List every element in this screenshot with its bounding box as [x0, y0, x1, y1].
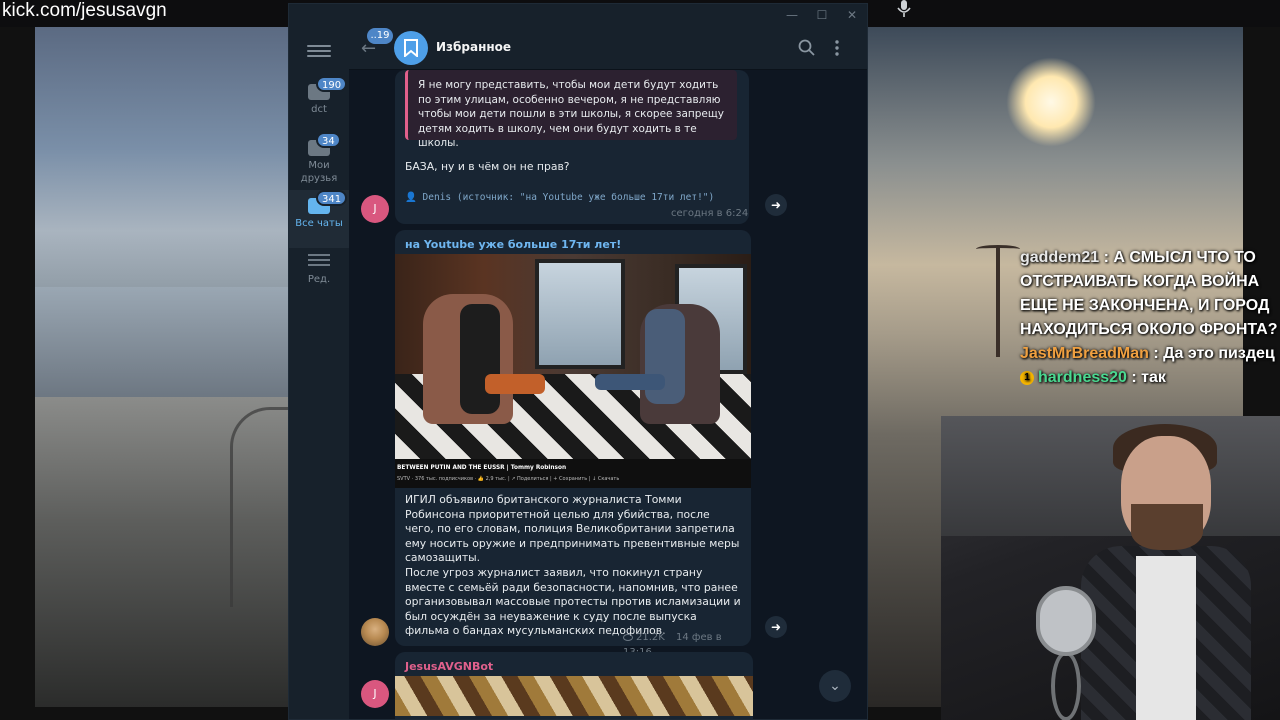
message-bubble[interactable]: Я не могу представить, чтобы мои дети бу… [395, 70, 749, 224]
window-titlebar: — ☐ ✕ [289, 4, 867, 26]
studio-microphone [1036, 586, 1096, 656]
background-beach-left [35, 27, 290, 707]
chat-message: gaddem21 : А СМЫСЛ ЧТО ТО ОТСТРАИВАТЬ КО… [1020, 246, 1278, 342]
message-quote: Я не могу представить, чтобы мои дети бу… [405, 70, 737, 149]
message-list[interactable]: Я не могу представить, чтобы мои дети бу… [349, 70, 867, 719]
message-paragraph: После угроз журналист заявил, что покину… [405, 566, 741, 638]
sender-name[interactable]: JesusAVGNBot [405, 659, 493, 674]
sender-name[interactable]: на Youtube уже больше 17ти лет! [405, 237, 621, 252]
microphone-stand [1051, 651, 1081, 720]
chat-message: 1 hardness20 : так [1020, 366, 1278, 390]
menu-icon[interactable] [307, 42, 331, 60]
subscriber-badge-icon: 1 [1020, 370, 1034, 385]
forward-share-icon[interactable]: ➜ [765, 194, 787, 216]
stream-frame: kick.com/jesusavgn — ☐ ✕ 190 dct 34 Мои … [0, 0, 1280, 720]
window-shape [535, 259, 625, 369]
person-shape [460, 304, 500, 414]
message-bubble[interactable]: на Youtube уже больше 17ти лет! BETWEEN … [395, 230, 751, 658]
folder-all-chats[interactable]: 341 Все чаты [289, 190, 349, 248]
chat-message: JastMrBreadMan : Да это пиздец [1020, 342, 1278, 366]
saved-messages-avatar[interactable] [394, 31, 428, 65]
sender-avatar[interactable]: J [361, 195, 389, 223]
forward-share-icon[interactable]: ➜ [765, 616, 787, 638]
unread-badge: 190 [316, 76, 348, 92]
message-paragraph: ИГИЛ объявило британского журналиста Том… [405, 493, 740, 565]
parachute-tower [996, 247, 1000, 357]
message-time: сегодня в 6:24 [671, 208, 749, 219]
folder-label: Мои друзья [300, 160, 338, 184]
minimize-button[interactable]: — [781, 6, 803, 24]
streamer-webcam [941, 416, 1280, 720]
chat-header: ← ..19 Избранное [349, 26, 867, 70]
microphone-icon [893, 0, 915, 18]
folder-my-friends[interactable]: 34 Мои друзья [289, 132, 349, 190]
chat-text: : так [1126, 369, 1166, 386]
roller-coaster-shape [230, 407, 290, 607]
chat-username: gaddem21 [1020, 249, 1100, 266]
message-text: БАЗА, ну и в чём он не прав? [405, 160, 570, 173]
sender-avatar[interactable] [361, 618, 389, 646]
message-bubble[interactable]: JesusAVGNBot [395, 652, 753, 719]
streamer-beard [1131, 504, 1203, 550]
streamer-shirt [1136, 556, 1196, 720]
folder-edit[interactable]: Ред. [289, 246, 349, 304]
maximize-button[interactable]: ☐ [811, 6, 833, 24]
stream-chat-overlay: gaddem21 : А СМЫСЛ ЧТО ТО ОТСТРАИВАТЬ КО… [1020, 246, 1278, 390]
stream-url-label: kick.com/jesusavgn [2, 0, 167, 21]
folders-sidebar: 190 dct 34 Мои друзья 341 Все чаты Ред. [289, 26, 349, 719]
close-button[interactable]: ✕ [841, 6, 863, 24]
telegram-window: — ☐ ✕ 190 dct 34 Мои друзья 341 Все чаты [288, 3, 868, 720]
eye-icon [623, 633, 633, 641]
view-count: 21.2K [636, 632, 665, 643]
search-icon[interactable] [797, 38, 817, 58]
chat-username: JastMrBreadMan [1020, 345, 1149, 362]
video-preview[interactable]: BETWEEN PUTIN AND THE EUSSR | Tommy Robi… [395, 254, 751, 488]
youtube-info-bar: BETWEEN PUTIN AND THE EUSSR | Tommy Robi… [395, 459, 751, 488]
chat-text: : Да это пиздец [1148, 345, 1275, 362]
image-preview[interactable] [395, 676, 753, 716]
scroll-down-chevron-icon[interactable]: ⌄ [819, 670, 851, 702]
folder-dct[interactable]: 190 dct [289, 76, 349, 134]
back-unread-badge: ..19 [367, 28, 393, 44]
webcam-background [941, 416, 1280, 536]
unread-badge: 34 [316, 132, 341, 148]
sea-area [35, 287, 290, 397]
sender-avatar[interactable]: J [361, 680, 389, 708]
chat-username: hardness20 [1038, 369, 1127, 386]
bookmark-icon [404, 39, 418, 57]
video-meta: SVTV · 376 тыс. подписчиков · 👍 2,9 тыс.… [397, 476, 620, 482]
folder-label: Все чаты [295, 218, 343, 229]
more-options-icon[interactable] [827, 38, 847, 58]
sliders-icon [308, 254, 330, 270]
folder-label: Ред. [307, 274, 331, 285]
sun-glow [1006, 57, 1096, 147]
chat-title[interactable]: Избранное [436, 40, 511, 54]
folder-label: dct [311, 104, 327, 115]
forward-source[interactable]: 👤 Denis (источник: "на Youtube уже больш… [405, 190, 745, 205]
person-legs-shape [595, 374, 665, 390]
person-legs-shape [485, 374, 545, 394]
unread-badge: 341 [316, 190, 348, 206]
